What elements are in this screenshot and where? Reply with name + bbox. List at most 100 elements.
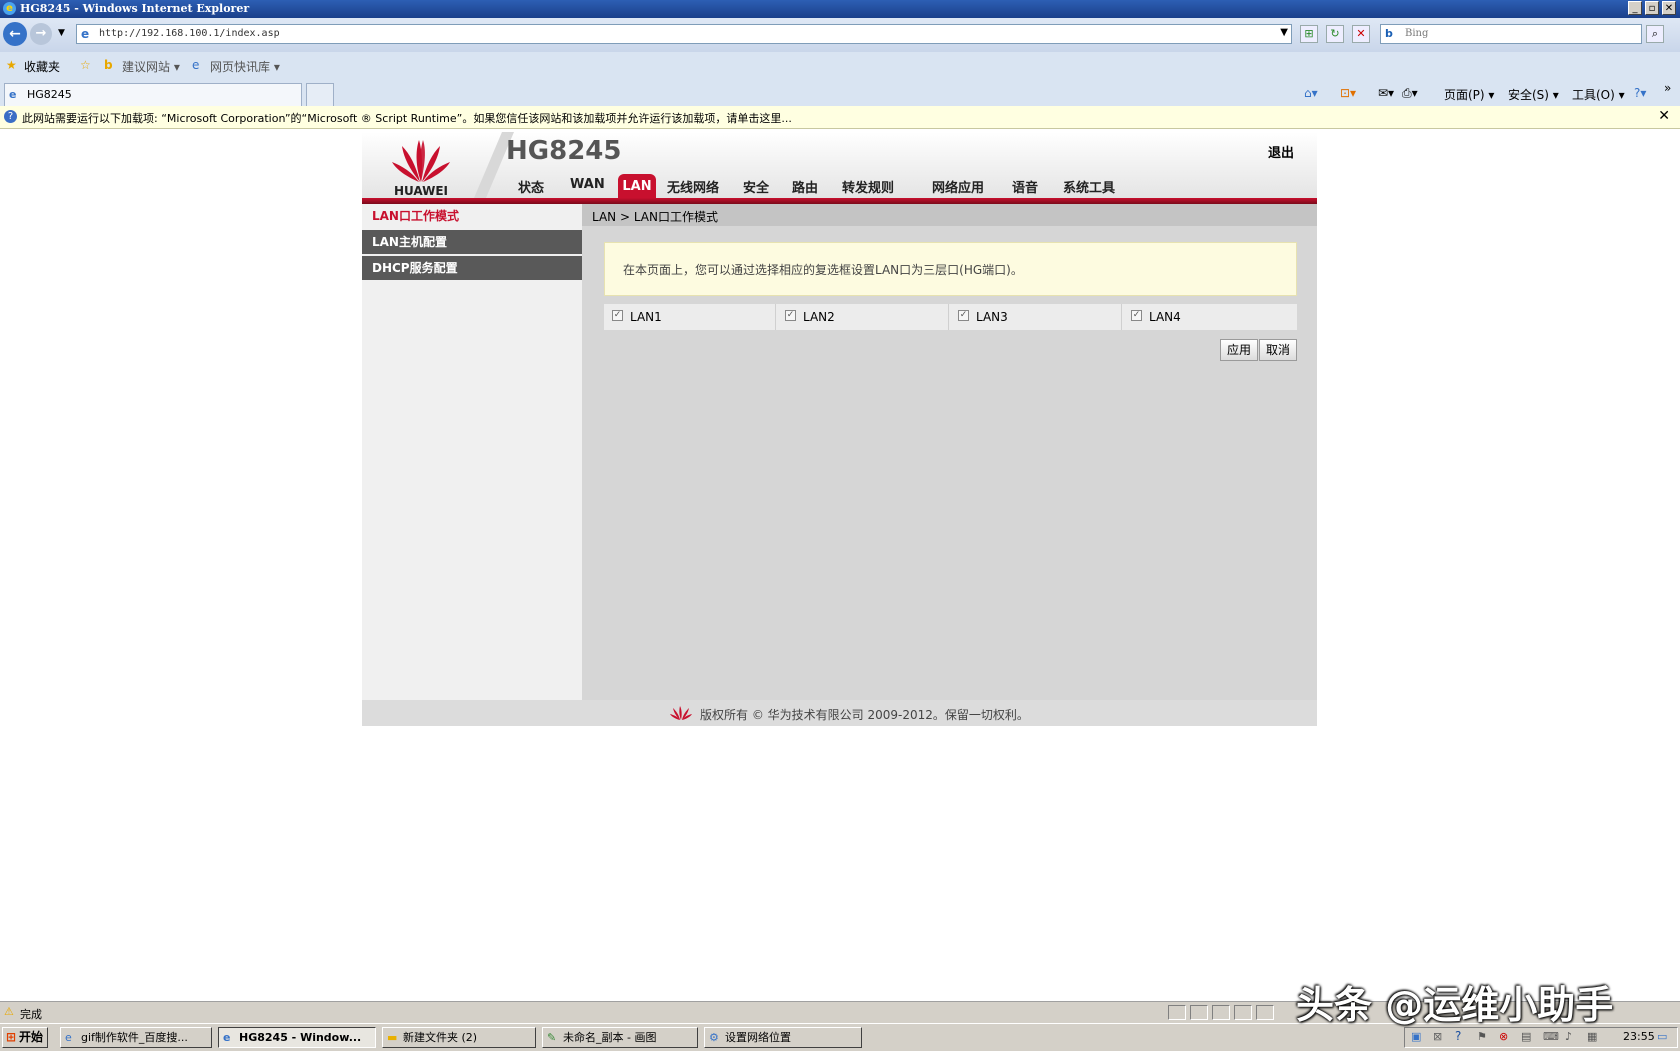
task-network-location[interactable]: ⚙ 设置网络位置 xyxy=(704,1027,862,1048)
apply-button[interactable]: 应用 xyxy=(1220,339,1259,361)
huawei-logo: HUAWEI xyxy=(390,136,452,198)
help-icon[interactable]: ?▾ xyxy=(1634,86,1646,100)
nav-lan[interactable]: LAN xyxy=(618,174,656,198)
print-icon[interactable]: ⎙▾ xyxy=(1402,86,1418,101)
compatibility-icon[interactable]: ⊞ xyxy=(1300,25,1318,43)
task-label: 未命名_副本 - 画图 xyxy=(563,1031,657,1044)
tab-title: HG8245 xyxy=(27,88,72,101)
router-sidebar: LAN口工作模式 LAN主机配置 DHCP服务配置 xyxy=(362,204,582,700)
address-bar[interactable]: e http://192.168.100.1/index.asp ▼ xyxy=(76,24,1292,44)
task-paint[interactable]: ✎ 未命名_副本 - 画图 xyxy=(542,1027,698,1048)
ie-logo-icon: e xyxy=(3,2,16,15)
lan-port-cell: ✓ LAN4 xyxy=(1123,304,1295,330)
browser-nav-row: ← → ▼ e http://192.168.100.1/index.asp ▼… xyxy=(0,18,1680,52)
tab-hg8245[interactable]: e HG8245 xyxy=(4,83,302,106)
address-url: http://192.168.100.1/index.asp xyxy=(99,28,280,39)
tray-monitor-icon[interactable]: ▣ xyxy=(1411,1030,1421,1043)
nav-route[interactable]: 路由 xyxy=(792,177,818,196)
window-title: HG8245 - Windows Internet Explorer xyxy=(20,2,250,15)
page-menu[interactable]: 页面(P) ▾ xyxy=(1444,86,1494,103)
information-bar[interactable]: ? 此网站需要运行以下加载项: “Microsoft Corporation”的… xyxy=(0,106,1680,129)
search-box[interactable]: b Bing xyxy=(1380,24,1642,44)
nav-wan[interactable]: WAN xyxy=(570,177,605,192)
nav-system-tools[interactable]: 系统工具 xyxy=(1063,177,1115,196)
lan3-checkbox[interactable]: ✓ xyxy=(958,310,969,321)
history-dropdown-icon[interactable]: ▼ xyxy=(58,28,65,38)
infobar-text: 此网站需要运行以下加载项: “Microsoft Corporation”的“M… xyxy=(22,112,792,125)
system-tray: ▣ ⊠ ? ⚑ ⊗ ▤ ⌨ ♪ ▦ 23:55 ▭ xyxy=(1404,1027,1678,1048)
nav-status[interactable]: 状态 xyxy=(518,177,544,196)
mail-icon[interactable]: ✉▾ xyxy=(1378,86,1394,100)
sidebar-item-lan-mode[interactable]: LAN口工作模式 xyxy=(362,204,582,228)
favorites-button[interactable]: 收藏夹 xyxy=(24,58,60,75)
logout-link[interactable]: 退出 xyxy=(1268,142,1294,161)
task-new-folder[interactable]: ▬ 新建文件夹 (2) xyxy=(382,1027,536,1048)
maximize-button[interactable]: ▫ xyxy=(1645,1,1659,15)
minimize-button[interactable]: _ xyxy=(1628,1,1642,15)
brand-name: HUAWEI xyxy=(393,184,449,198)
start-button[interactable]: ⊞ 开始 xyxy=(2,1027,48,1048)
lan4-checkbox[interactable]: ✓ xyxy=(1131,310,1142,321)
sidebar-item-lan-host[interactable]: LAN主机配置 xyxy=(362,230,582,254)
tray-security-icon[interactable]: ⊗ xyxy=(1499,1030,1508,1043)
tray-help-icon[interactable]: ? xyxy=(1455,1029,1461,1043)
ie-task-icon: e xyxy=(65,1031,72,1044)
bing-icon: b xyxy=(1385,27,1393,40)
nav-network-apps[interactable]: 网络应用 xyxy=(932,177,984,196)
cancel-button[interactable]: 取消 xyxy=(1259,339,1298,361)
lan-port-cell: ✓ LAN1 xyxy=(604,304,776,330)
network-icon: ⚙ xyxy=(709,1031,719,1044)
task-hg8245[interactable]: e HG8245 - Window... xyxy=(218,1027,376,1048)
add-favorite-icon[interactable]: ☆ xyxy=(80,58,91,72)
paint-icon: ✎ xyxy=(547,1031,557,1044)
lan1-checkbox[interactable]: ✓ xyxy=(612,310,623,321)
star-icon: ★ xyxy=(6,58,17,72)
status-cell xyxy=(1190,1005,1208,1020)
tray-display-icon[interactable]: ▦ xyxy=(1587,1030,1597,1043)
tools-menu[interactable]: 工具(O) ▾ xyxy=(1572,86,1625,103)
lan-port-row: ✓ LAN1 ✓ LAN2 ✓ LAN3 ✓ LAN4 xyxy=(604,304,1297,330)
page-icon: e xyxy=(81,27,90,41)
forward-button[interactable]: → xyxy=(30,23,52,45)
lan2-checkbox[interactable]: ✓ xyxy=(785,310,796,321)
tip-box: 在本页面上，您可以通过选择相应的复选框设置LAN口为三层口(HG端口)。 xyxy=(604,242,1297,296)
stop-icon[interactable]: ✕ xyxy=(1352,25,1370,43)
breadcrumb: LAN > LAN口工作模式 xyxy=(582,204,1317,226)
sidebar-item-dhcp[interactable]: DHCP服务配置 xyxy=(362,256,582,280)
tray-device-icon[interactable]: ▤ xyxy=(1521,1030,1531,1043)
tray-network-icon[interactable]: ⊠ xyxy=(1433,1030,1442,1043)
back-button[interactable]: ← xyxy=(3,22,27,46)
clock[interactable]: 23:55 xyxy=(1623,1030,1655,1043)
chevron-more-icon[interactable]: » xyxy=(1664,81,1671,95)
tray-volume-icon[interactable]: ♪ xyxy=(1565,1030,1572,1043)
lan4-label: LAN4 xyxy=(1149,310,1181,324)
show-desktop-icon[interactable]: ▭ xyxy=(1657,1030,1667,1043)
safety-menu[interactable]: 安全(S) ▾ xyxy=(1508,86,1559,103)
fav-web-slice-gallery[interactable]: 网页快讯库 ▾ xyxy=(210,58,280,75)
status-page-icon: ⚠ xyxy=(4,1005,14,1018)
tray-keyboard-icon[interactable]: ⌨ xyxy=(1543,1030,1559,1043)
lan1-label: LAN1 xyxy=(630,310,662,324)
search-icon[interactable]: ⌕ xyxy=(1646,25,1664,43)
task-label: HG8245 - Window... xyxy=(239,1031,362,1044)
tray-flag-icon[interactable]: ⚑ xyxy=(1477,1030,1487,1043)
infobar-close-icon[interactable]: ✕ xyxy=(1658,108,1670,124)
close-button[interactable]: ✕ xyxy=(1662,1,1676,15)
home-icon[interactable]: ⌂▾ xyxy=(1304,86,1318,100)
new-tab-button[interactable] xyxy=(306,83,334,106)
favorites-bar: ★ 收藏夹 ☆ b 建议网站 ▾ e 网页快讯库 ▾ xyxy=(0,52,1680,80)
nav-wireless[interactable]: 无线网络 xyxy=(667,177,719,196)
task-label: gif制作软件_百度搜... xyxy=(81,1031,188,1044)
task-label: 设置网络位置 xyxy=(725,1031,791,1044)
fav-suggested-sites[interactable]: 建议网站 ▾ xyxy=(122,58,180,75)
address-dropdown-icon[interactable]: ▼ xyxy=(1280,27,1288,38)
nav-forwarding[interactable]: 转发规则 xyxy=(842,177,894,196)
search-placeholder: Bing xyxy=(1405,28,1429,39)
refresh-icon[interactable]: ↻ xyxy=(1326,25,1344,43)
router-footer: 版权所有 © 华为技术有限公司 2009-2012。保留一切权利。 xyxy=(362,700,1317,726)
tip-text: 在本页面上，您可以通过选择相应的复选框设置LAN口为三层口(HG端口)。 xyxy=(623,263,1023,277)
nav-security[interactable]: 安全 xyxy=(743,177,769,196)
nav-voice[interactable]: 语音 xyxy=(1012,177,1038,196)
task-gif-search[interactable]: e gif制作软件_百度搜... xyxy=(60,1027,212,1048)
feeds-icon[interactable]: ⊡▾ xyxy=(1340,86,1356,100)
